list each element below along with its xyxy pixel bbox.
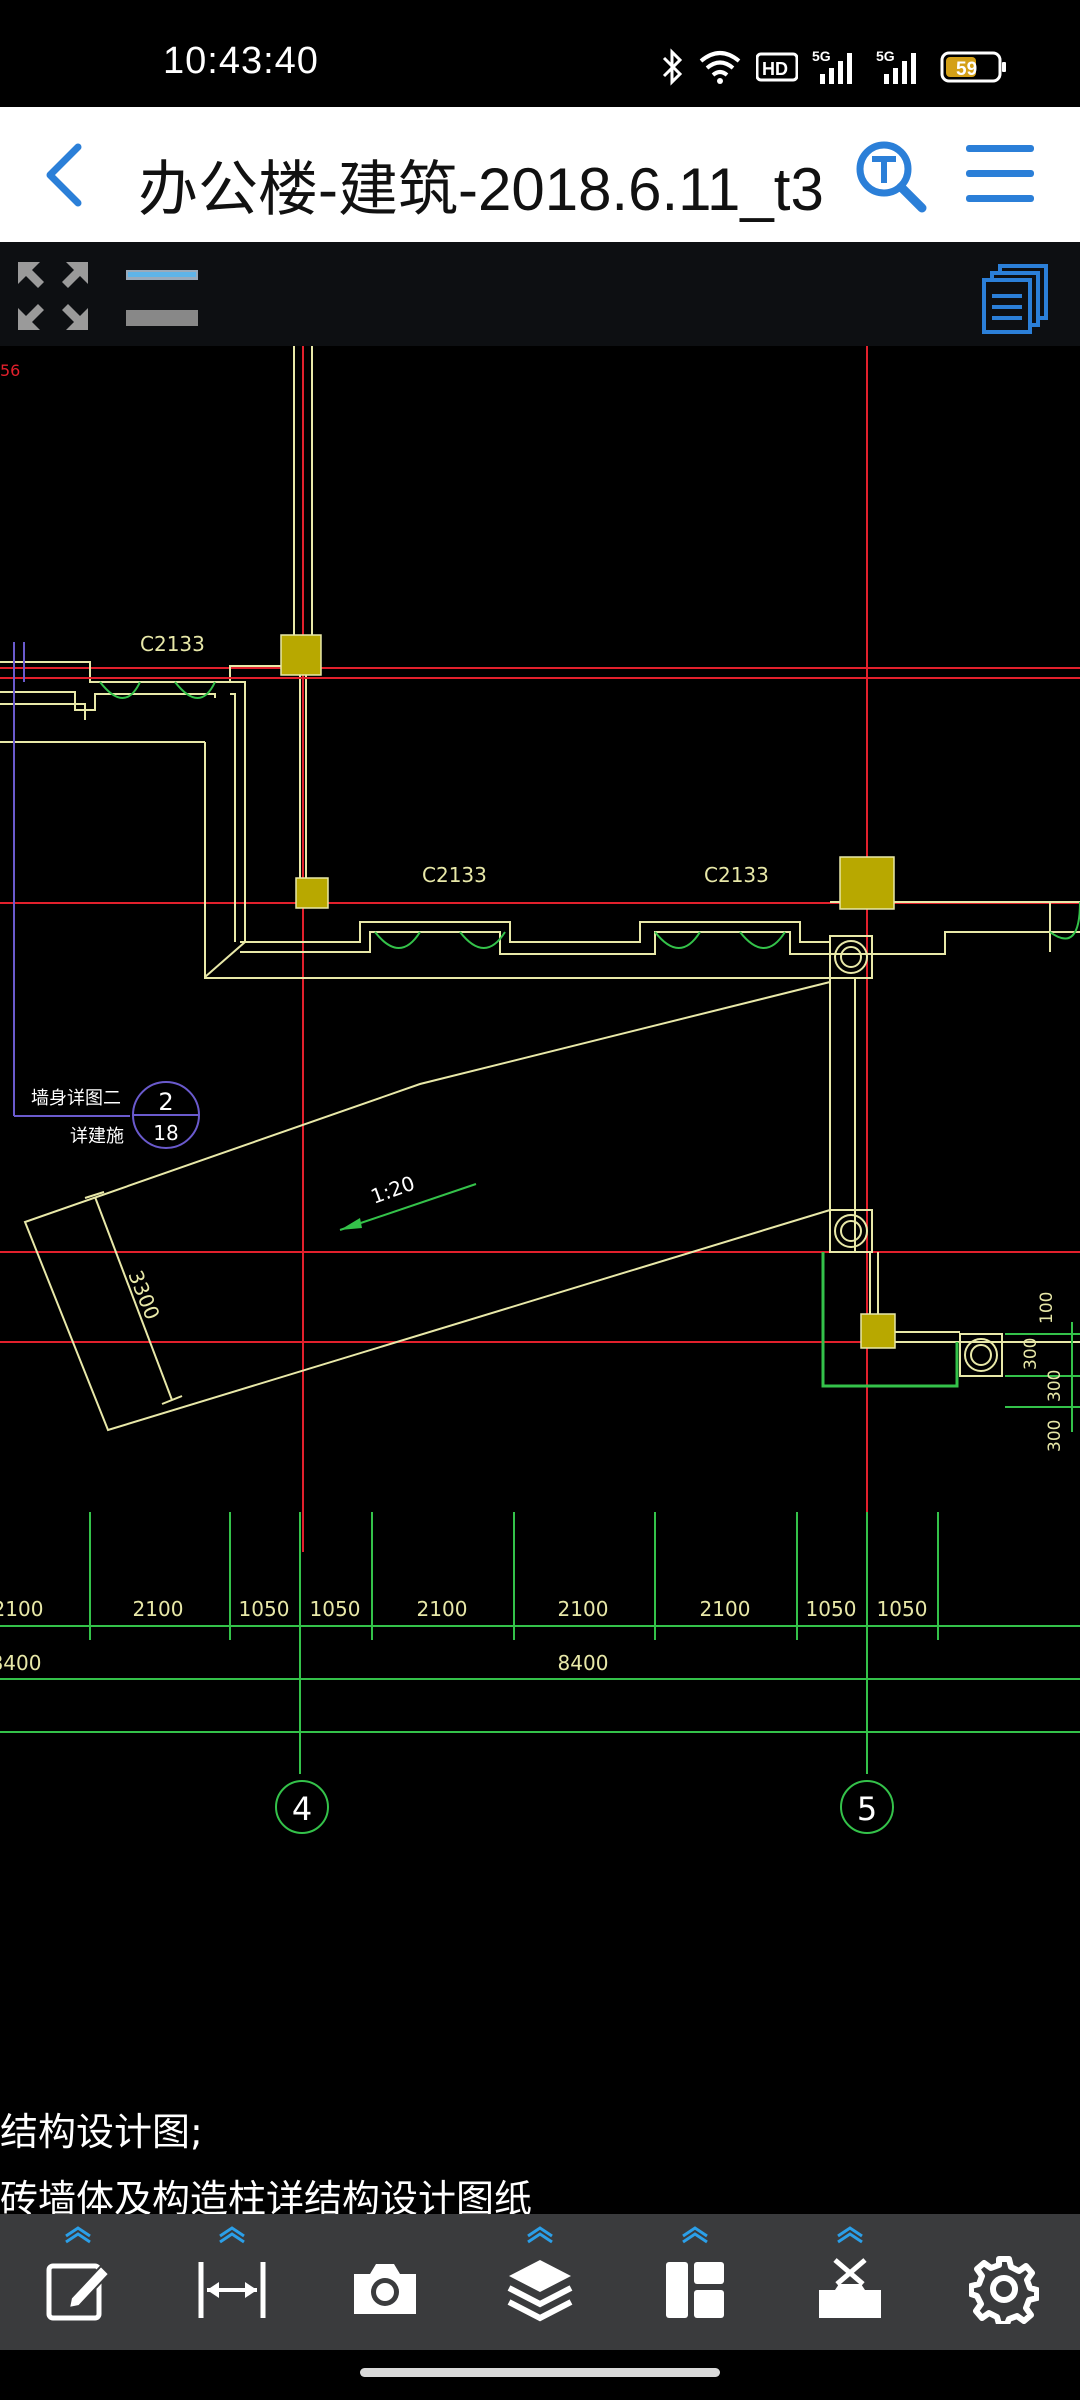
side-dim: 300 xyxy=(1045,1370,1065,1402)
edit-tool-button[interactable] xyxy=(18,2214,138,2350)
axis-label: 5 xyxy=(857,1790,877,1828)
detail-ref-label: 详建施 xyxy=(70,1126,124,1147)
measure-tool-button[interactable] xyxy=(172,2214,292,2350)
status-time: 10:43:40 xyxy=(163,40,319,82)
chevron-up-icon xyxy=(65,2226,91,2244)
page-title: 办公楼-建筑-2018.6.11_t3 xyxy=(138,156,824,223)
bottom-toolbar xyxy=(0,2214,1080,2350)
chevron-up-icon xyxy=(219,2226,245,2244)
dimension-label: 2100 xyxy=(0,1597,43,1621)
text-search-icon[interactable] xyxy=(850,135,930,215)
window-swings xyxy=(99,681,1080,949)
tools-button[interactable] xyxy=(790,2214,910,2350)
dimension-label: 8400 xyxy=(0,1651,41,1675)
detail-sheet: 18 xyxy=(153,1121,178,1145)
bluetooth-icon xyxy=(662,48,683,86)
detail-leader xyxy=(13,642,130,1117)
gear-icon xyxy=(969,2256,1039,2324)
layout-tool-button[interactable] xyxy=(635,2214,755,2350)
signal-5g-icon: 5G xyxy=(812,48,852,84)
menu-icon[interactable] xyxy=(960,139,1040,209)
dimension-label: 8400 xyxy=(558,1651,609,1675)
note-line: 结构设计图; xyxy=(0,2110,203,2154)
layouts-icon[interactable] xyxy=(980,264,1050,334)
window-label: C2133 xyxy=(422,863,487,887)
room-value-partial: 56 xyxy=(0,361,20,380)
window-label: C2133 xyxy=(704,863,769,887)
title-bar: 办公楼-建筑-2018.6.11_t3 xyxy=(0,107,1080,242)
chevron-up-icon xyxy=(682,2226,708,2244)
dimension-label: 1050 xyxy=(806,1597,857,1621)
settings-button[interactable] xyxy=(944,2214,1064,2350)
battery-icon: 59 xyxy=(940,51,1006,83)
chevron-up-icon xyxy=(527,2226,553,2244)
wifi-icon xyxy=(699,51,741,84)
note-line: 砖墙体及构造柱详结构设计图纸 xyxy=(0,2177,532,2214)
camera-icon xyxy=(354,2264,416,2314)
canvas-toolbar xyxy=(0,242,1080,346)
grid-lines xyxy=(0,242,1080,1552)
toolbox-icon xyxy=(819,2258,881,2318)
fullscreen-icon[interactable] xyxy=(16,260,90,332)
drawing-canvas[interactable]: 公室 56 xyxy=(0,242,1080,2214)
detail-number: 2 xyxy=(158,1088,173,1116)
ramp-outline xyxy=(23,981,831,1432)
hd-voice-icon: HD xyxy=(756,52,798,82)
detail-label: 墙身详图二 xyxy=(31,1088,121,1109)
home-indicator[interactable] xyxy=(360,2368,720,2377)
dimension-label: 2100 xyxy=(558,1597,609,1621)
status-bar: 10:43:40 HD 5G 5G 59 xyxy=(0,0,1080,107)
dimension-label: 2100 xyxy=(133,1597,184,1621)
line-weight-icon[interactable] xyxy=(124,266,200,332)
dimension-label: 2100 xyxy=(700,1597,751,1621)
layers-tool-button[interactable] xyxy=(480,2214,600,2350)
panels-icon xyxy=(666,2262,724,2318)
dimension-label: 1050 xyxy=(877,1597,928,1621)
window-label: C2133 xyxy=(140,632,205,656)
ramp-length-label: 3300 xyxy=(123,1267,164,1323)
svg-text:5G: 5G xyxy=(812,48,831,64)
svg-text:59: 59 xyxy=(956,59,977,80)
screenshot-tool-button[interactable] xyxy=(325,2214,445,2350)
side-dim: 100 xyxy=(1037,1292,1057,1324)
side-dim: 300 xyxy=(1045,1420,1065,1452)
slope-label: 1:20 xyxy=(368,1171,418,1209)
svg-text:5G: 5G xyxy=(876,48,895,64)
chevron-up-icon xyxy=(837,2226,863,2244)
layers-icon xyxy=(507,2260,573,2322)
dimension-lines xyxy=(0,1512,1080,1774)
axis-label: 4 xyxy=(292,1790,312,1828)
status-icons: HD 5G 5G 59 xyxy=(660,44,1008,90)
cad-drawing[interactable]: 公室 56 xyxy=(0,242,1080,2214)
back-arrow-icon[interactable] xyxy=(30,135,100,215)
signal-5g-icon-2: 5G xyxy=(876,48,916,84)
edit-icon xyxy=(46,2263,111,2321)
side-dimension-lines xyxy=(1005,1322,1080,1432)
dimension-label: 2100 xyxy=(417,1597,468,1621)
wall-outlines xyxy=(0,242,1080,1343)
dimension-label: 1050 xyxy=(239,1597,290,1621)
measure-icon xyxy=(198,2262,266,2318)
structural-columns xyxy=(280,634,896,1349)
side-dim: 300 xyxy=(1021,1338,1041,1370)
svg-text:HD: HD xyxy=(762,59,788,79)
dimension-label: 1050 xyxy=(310,1597,361,1621)
